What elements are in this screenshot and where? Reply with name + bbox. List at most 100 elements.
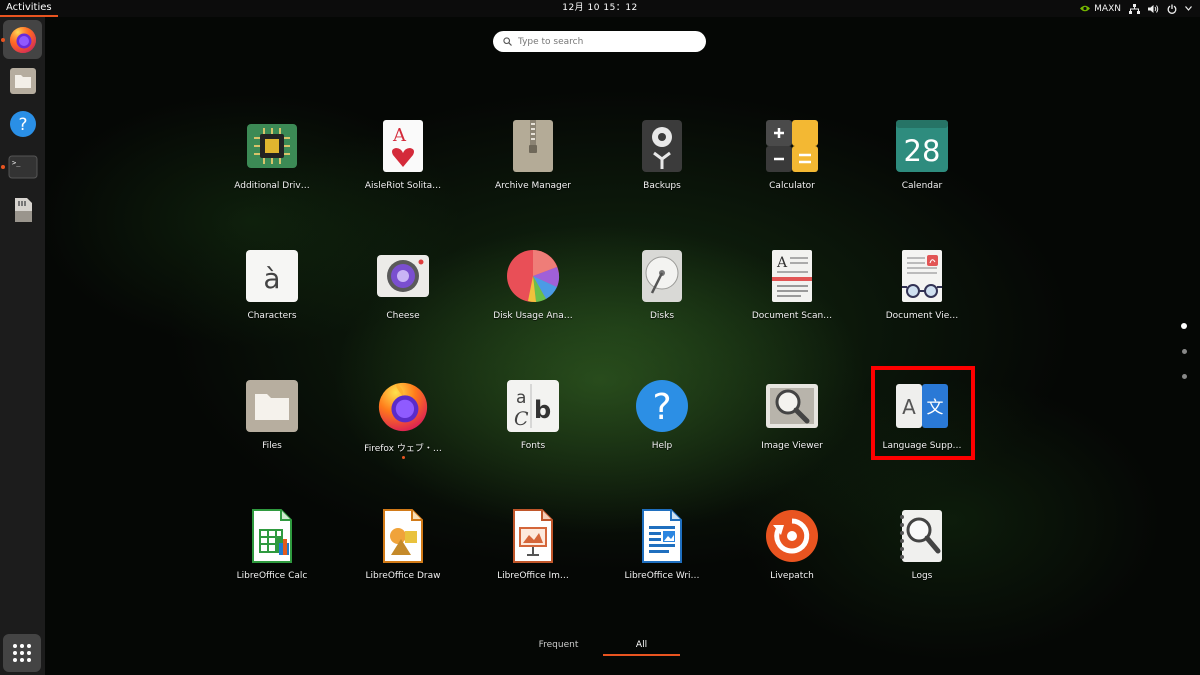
app-libreoffice-draw[interactable]: LibreOffice Draw <box>343 497 463 597</box>
pie-icon <box>507 250 559 303</box>
search-box[interactable] <box>493 31 706 52</box>
cards-icon: A <box>383 120 423 172</box>
app-label: Logs <box>911 571 933 581</box>
app-label: LibreOffice Draw <box>365 571 441 581</box>
calendar-icon: 28 <box>896 120 948 172</box>
help-icon: ? <box>9 110 36 137</box>
app-aisleriot-solitaire[interactable]: A AisleRiot Solita… <box>343 107 463 207</box>
calc-icon <box>252 509 292 563</box>
highlight-box <box>871 366 975 460</box>
app-libreoffice-writer[interactable]: LibreOffice Wri… <box>602 497 722 597</box>
app-livepatch[interactable]: Livepatch <box>732 497 852 597</box>
svg-text:a: a <box>516 388 526 408</box>
running-indicator <box>1 38 5 42</box>
logs-icon <box>900 510 942 562</box>
characters-glyph: à <box>263 262 280 295</box>
app-label: Additional Driv… <box>234 181 310 191</box>
app-characters[interactable]: à Characters <box>212 237 332 337</box>
app-disk-usage-analyzer[interactable]: Disk Usage Ana… <box>473 237 593 337</box>
app-libreoffice-impress[interactable]: LibreOffice Im… <box>473 497 593 597</box>
app-label: Document Vie… <box>885 311 959 321</box>
chip-icon <box>247 124 297 168</box>
app-calendar[interactable]: 28 Calendar <box>862 107 982 207</box>
search-icon <box>503 37 512 46</box>
running-indicator <box>1 165 5 169</box>
disk-icon <box>642 250 682 302</box>
app-image-viewer[interactable]: Image Viewer <box>732 367 852 467</box>
app-label: Calculator <box>769 181 815 191</box>
power-icon[interactable] <box>1167 4 1177 14</box>
svg-text:C: C <box>514 408 529 430</box>
image-viewer-icon <box>766 384 818 428</box>
app-label: LibreOffice Wri… <box>624 571 700 581</box>
terminal-icon: >_ <box>8 155 37 178</box>
app-cheese[interactable]: Cheese <box>343 237 463 337</box>
volume-icon[interactable] <box>1148 4 1159 14</box>
calculator-icon <box>766 120 818 172</box>
network-icon[interactable] <box>1129 3 1140 14</box>
fonts-icon: aC b <box>507 380 559 432</box>
sdcard-icon <box>14 197 32 222</box>
app-label: Files <box>262 441 282 451</box>
app-libreoffice-calc[interactable]: LibreOffice Calc <box>212 497 332 597</box>
svg-text:?: ? <box>652 387 671 428</box>
app-backups[interactable]: Backups <box>602 107 722 207</box>
app-additional-drivers[interactable]: Additional Driv… <box>212 107 332 207</box>
dock-item-files[interactable] <box>3 61 42 100</box>
tab-all[interactable]: All <box>603 634 680 656</box>
writer-icon <box>642 509 682 563</box>
folder-icon <box>246 380 298 432</box>
dock: ? >_ <box>0 17 45 675</box>
app-document-scanner[interactable]: A Document Scan… <box>732 237 852 337</box>
camera-icon <box>377 255 429 297</box>
app-label: Firefox ウェブ・… <box>364 444 442 454</box>
draw-icon <box>383 509 423 563</box>
dock-item-terminal[interactable]: >_ <box>3 147 42 186</box>
app-label: Disk Usage Ana… <box>493 311 573 321</box>
app-label: LibreOffice Im… <box>497 571 569 581</box>
svg-text:A: A <box>776 255 788 271</box>
page-indicator-1[interactable] <box>1181 323 1187 329</box>
app-document-viewer[interactable]: Document Vie… <box>862 237 982 337</box>
app-label: AisleRiot Solita… <box>364 181 442 191</box>
power-mode-label: MAXN <box>1094 3 1121 14</box>
app-label: Image Viewer <box>761 441 823 451</box>
clock: 12月 10 15：12 <box>0 0 1200 17</box>
running-indicator <box>401 456 405 459</box>
nvidia-icon <box>1080 5 1091 12</box>
dock-item-help[interactable]: ? <box>3 104 42 143</box>
backup-icon <box>642 120 682 172</box>
power-mode-indicator[interactable]: MAXN <box>1079 4 1121 14</box>
page-indicator-2[interactable] <box>1182 349 1187 354</box>
characters-icon: à <box>246 250 298 302</box>
app-label: Calendar <box>901 181 943 191</box>
chevron-down-icon[interactable] <box>1185 6 1192 11</box>
dock-item-sdcard[interactable] <box>3 190 42 229</box>
clock-button[interactable]: 12月 10 15：12 <box>562 3 638 13</box>
files-icon <box>9 67 36 94</box>
svg-text:?: ? <box>18 115 27 135</box>
svg-text:>_: >_ <box>12 159 21 167</box>
app-label: Disks <box>649 311 675 321</box>
firefox-icon <box>378 382 428 432</box>
tab-frequent[interactable]: Frequent <box>520 634 597 656</box>
app-label: Livepatch <box>770 571 814 581</box>
app-files[interactable]: Files <box>212 367 332 467</box>
app-label: LibreOffice Calc <box>236 571 308 581</box>
app-logs[interactable]: Logs <box>862 497 982 597</box>
page-indicator-3[interactable] <box>1182 374 1187 379</box>
search-input[interactable] <box>518 36 698 47</box>
app-label: Help <box>651 441 673 451</box>
app-calculator[interactable]: Calculator <box>732 107 852 207</box>
app-archive-manager[interactable]: Archive Manager <box>473 107 593 207</box>
app-help[interactable]: ? Help <box>602 367 722 467</box>
dock-item-firefox[interactable] <box>3 20 42 59</box>
help-icon: ? <box>636 380 688 432</box>
calendar-day: 28 <box>904 134 941 168</box>
app-disks[interactable]: Disks <box>602 237 722 337</box>
show-applications-button[interactable] <box>3 634 41 672</box>
app-firefox[interactable]: Firefox ウェブ・… <box>343 367 463 467</box>
app-fonts[interactable]: aCb Fonts <box>473 367 593 467</box>
system-tray[interactable]: MAXN <box>1079 0 1192 17</box>
svg-text:A: A <box>392 125 407 146</box>
